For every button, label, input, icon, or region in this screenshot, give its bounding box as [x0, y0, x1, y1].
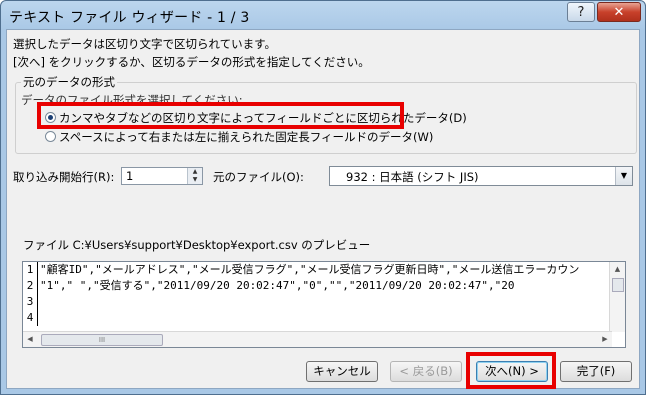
preview-vertical-scrollbar[interactable]: ▲ [609, 262, 625, 332]
preview-title: ファイル C:¥Users¥support¥Desktop¥export.csv… [23, 238, 371, 252]
cancel-button[interactable]: キャンセル [306, 361, 378, 382]
help-button[interactable]: ? [567, 2, 595, 22]
finish-button[interactable]: 完了(F) [560, 361, 632, 382]
preview-pane[interactable]: 1 "顧客ID","メールアドレス","メール受信フラグ","メール受信フラグ更新… [22, 261, 626, 348]
start-row-label: 取り込み開始行(R): [13, 170, 115, 184]
start-row-spinner[interactable]: 1 ▲ ▼ [121, 167, 203, 185]
spin-down-icon[interactable]: ▼ [188, 176, 202, 184]
highlight-next [466, 352, 556, 389]
origin-select[interactable]: 932 : 日本語 (シフト JIS) ▼ [329, 166, 633, 186]
preview-row: 1 "顧客ID","メールアドレス","メール受信フラグ","メール受信フラグ更新… [23, 262, 611, 278]
back-button[interactable]: < 戻る(B) [390, 361, 462, 382]
dialog-body: 選択したデータは区切り文字で区切られています。 [次へ] をクリックするか、区切… [6, 29, 640, 389]
scroll-right-icon[interactable]: ▶ [598, 332, 612, 347]
preview-horizontal-scrollbar[interactable]: ◀ III ▶ [23, 331, 612, 347]
preview-row: 3 [23, 294, 611, 310]
format-group-title: 元のデータの形式 [21, 74, 117, 90]
start-row-value: 1 [126, 169, 134, 183]
spin-up-icon[interactable]: ▲ [188, 168, 202, 176]
origin-label: 元のファイル(O): [213, 170, 304, 184]
fixed-width-radio[interactable] [45, 131, 56, 142]
close-button[interactable]: ✕ [597, 2, 641, 22]
wizard-window: テキスト ファイル ウィザード - 1 / 3 ? ✕ 選択したデータは区切り文… [0, 0, 646, 395]
vscroll-thumb[interactable] [612, 278, 624, 292]
title-bar: テキスト ファイル ウィザード - 1 / 3 ? ✕ [1, 1, 645, 31]
preview-row: 2 "1"," ","受信する","2011/09/20 20:02:47","0… [23, 278, 611, 294]
window-title: テキスト ファイル ウィザード - 1 / 3 [9, 10, 250, 26]
scroll-left-icon[interactable]: ◀ [23, 332, 37, 347]
intro-line-1: 選択したデータは区切り文字で区切られています。 [13, 37, 277, 51]
hscroll-thumb[interactable]: III [41, 334, 163, 346]
origin-value: 932 : 日本語 (シフト JIS) [346, 170, 479, 184]
scroll-up-icon[interactable]: ▲ [610, 262, 625, 276]
intro-line-2: [次へ] をクリックするか、区切るデータの形式を指定してください。 [13, 55, 370, 69]
chevron-down-icon[interactable]: ▼ [615, 167, 632, 185]
preview-row: 4 [23, 310, 611, 326]
highlight-delimited [37, 102, 404, 129]
fixed-width-label[interactable]: スペースによって右または左に揃えられた固定長フィールドのデータ(W) [59, 129, 433, 145]
